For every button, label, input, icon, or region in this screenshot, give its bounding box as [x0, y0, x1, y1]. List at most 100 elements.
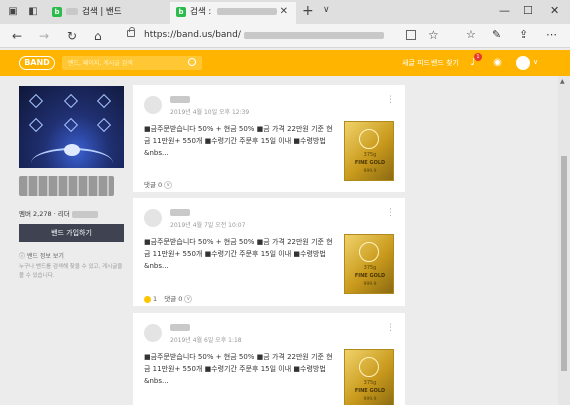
cover-decoration-icon	[63, 93, 79, 109]
comment-count: 댓글 0	[144, 181, 163, 189]
tab-search-active[interactable]: b 검색 : ✕	[170, 2, 296, 24]
blurred-text	[71, 210, 98, 218]
favorite-star-icon[interactable]: ☆	[428, 28, 439, 42]
tab-band-search[interactable]: b 검색 | 밴드	[46, 2, 164, 24]
member-count: 멤버 2,278 · 리더	[19, 208, 98, 218]
post-body[interactable]: ■금주문받습니다 50% + 현금 50% ■금 가격 22만원 기준 현금 1…	[144, 236, 339, 272]
gold-label: FINE GOLD	[354, 273, 386, 279]
more-icon[interactable]: ⋯	[546, 28, 557, 41]
band-info-link[interactable]: ⓘ 밴드 정보 보기	[19, 251, 64, 260]
close-tab-icon[interactable]: ✕	[280, 2, 288, 22]
post-card: 2019년 4월 6일 오후 1:18 ⋮ ■금주문받습니다 50% + 현금 …	[133, 313, 405, 405]
tab-menu-chevron-icon[interactable]: ∨	[323, 5, 330, 15]
notification-badge: 1	[474, 53, 482, 61]
cover-center-icon	[64, 144, 80, 156]
page-scrollbar[interactable]: ▲	[558, 76, 570, 405]
reaction-count: 1	[153, 295, 158, 303]
browser-nav-bar: ← → ↻ ⌂ https://band.us/band/ ☆ ☆ ✎ ⇪ ⋯	[0, 24, 570, 48]
gold-bar-thumbnail[interactable]: 375g FINE GOLD 999.9	[344, 234, 394, 294]
gold-number: 999.9	[363, 397, 377, 402]
home-button[interactable]: ⌂	[94, 28, 102, 44]
more-options-icon[interactable]: ⋮	[386, 323, 395, 333]
band-header: BAND 밴드, 페이지, 게시글 검색 새글 피드 밴드 찾기 ♪ 1 ◉ ∨	[0, 50, 570, 76]
gold-number: 999.9	[363, 282, 377, 287]
gold-emblem-icon	[359, 129, 379, 149]
cover-decoration-icon	[28, 117, 44, 133]
cover-decoration-icon	[63, 117, 79, 133]
reaction-emoji-icon	[144, 295, 151, 303]
post-feed[interactable]: 2019년 4월 10일 오후 12:39 ⋮ ■금주문받습니다 50% + 현…	[133, 76, 558, 405]
address-bar[interactable]: https://band.us/band/	[122, 27, 422, 45]
band-logo[interactable]: BAND	[19, 56, 55, 70]
gold-bar-thumbnail[interactable]: 375g FINE GOLD 999.9	[344, 121, 394, 181]
post-footer[interactable]: 1 댓글 0 ∨	[144, 293, 193, 303]
url-text: https://band.us/band/	[144, 30, 241, 40]
post-footer[interactable]: 댓글 0 ∨	[144, 179, 173, 189]
close-window-button[interactable]: ✕	[550, 4, 559, 17]
cover-decoration-icon	[28, 93, 44, 109]
band-favicon-icon: b	[52, 7, 62, 17]
gold-weight: 375g	[363, 152, 377, 158]
back-button[interactable]: ←	[12, 28, 22, 44]
gold-label: FINE GOLD	[354, 160, 386, 166]
gold-number: 999.9	[363, 169, 377, 174]
tab-title: 검색 | 밴드	[82, 7, 122, 17]
gold-emblem-icon	[359, 357, 379, 377]
join-band-button[interactable]: 밴드 가입하기	[19, 224, 124, 242]
blurred-text	[244, 32, 384, 39]
maximize-button[interactable]: ☐	[523, 4, 533, 17]
tab-title: 검색 :	[190, 7, 212, 17]
band-name-blurred	[19, 176, 114, 196]
author-name-blurred[interactable]	[170, 324, 190, 331]
blurred-text	[216, 8, 277, 15]
notes-icon[interactable]: ✎	[492, 28, 501, 41]
band-search-input[interactable]: 밴드, 페이지, 게시글 검색	[62, 56, 202, 70]
band-info-link-label: 밴드 정보 보기	[26, 253, 64, 260]
new-feed-link[interactable]: 새글 피드	[402, 58, 430, 68]
gold-emblem-icon	[359, 242, 379, 262]
gold-weight: 375g	[363, 380, 377, 386]
band-favicon-icon: b	[176, 7, 186, 17]
band-description: 누구나 밴드를 검색해 찾을 수 있고, 게시글을 볼 수 있습니다.	[19, 264, 123, 279]
post-body[interactable]: ■금주문받습니다 50% + 현금 50% ■금 가격 22만원 기준 현금 1…	[144, 123, 339, 159]
minimize-button[interactable]: —	[499, 4, 510, 17]
chat-icon[interactable]: ◉	[492, 57, 503, 68]
browser-tab-bar: ▣ ◧ b 검색 | 밴드 b 검색 : ✕ + ∨ — ☐ ✕	[0, 0, 570, 24]
search-placeholder: 밴드, 페이지, 게시글 검색	[68, 60, 133, 67]
chevron-down-icon[interactable]: ∨	[164, 181, 173, 189]
forward-button[interactable]: →	[39, 28, 49, 44]
tab-switch-icon[interactable]: ◧	[26, 5, 40, 19]
gold-weight: 375g	[363, 265, 377, 271]
comment-count: 댓글 0	[164, 295, 183, 303]
scroll-up-icon[interactable]: ▲	[560, 78, 565, 85]
share-icon[interactable]: ⇪	[519, 28, 528, 41]
user-avatar[interactable]	[516, 56, 530, 70]
post-date: 2019년 4월 6일 오후 1:18	[170, 337, 242, 344]
search-icon[interactable]	[188, 58, 196, 66]
member-count-text: 멤버 2,278 · 리더	[19, 210, 70, 218]
more-options-icon[interactable]: ⋮	[386, 95, 395, 105]
author-name-blurred[interactable]	[170, 209, 190, 216]
lock-icon	[127, 27, 135, 37]
info-icon: ⓘ	[19, 253, 26, 260]
blurred-text	[66, 8, 78, 15]
post-card: 2019년 4월 7일 오전 10:07 ⋮ ■금주문받습니다 50% + 현금…	[133, 198, 405, 306]
author-name-blurred[interactable]	[170, 96, 190, 103]
post-body[interactable]: ■금주문받습니다 50% + 현금 50% ■금 가격 22만원 기준 현금 1…	[144, 351, 339, 387]
post-date: 2019년 4월 10일 오후 12:39	[170, 109, 250, 116]
tab-aside-icon[interactable]: ▣	[6, 5, 20, 19]
author-avatar[interactable]	[144, 96, 162, 114]
scrollbar-thumb[interactable]	[561, 156, 567, 371]
author-avatar[interactable]	[144, 324, 162, 342]
reading-view-icon[interactable]	[406, 30, 416, 40]
chevron-down-icon[interactable]: ∨	[184, 295, 193, 303]
refresh-button[interactable]: ↻	[67, 28, 77, 44]
post-date: 2019년 4월 7일 오전 10:07	[170, 222, 246, 229]
author-avatar[interactable]	[144, 209, 162, 227]
find-band-link[interactable]: 밴드 찾기	[431, 58, 459, 68]
avatar-chevron-down-icon[interactable]: ∨	[533, 58, 538, 66]
gold-bar-thumbnail[interactable]: 375g FINE GOLD 999.9	[344, 349, 394, 405]
more-options-icon[interactable]: ⋮	[386, 208, 395, 218]
new-tab-button[interactable]: +	[302, 3, 314, 19]
favorites-icon[interactable]: ☆	[466, 28, 476, 41]
